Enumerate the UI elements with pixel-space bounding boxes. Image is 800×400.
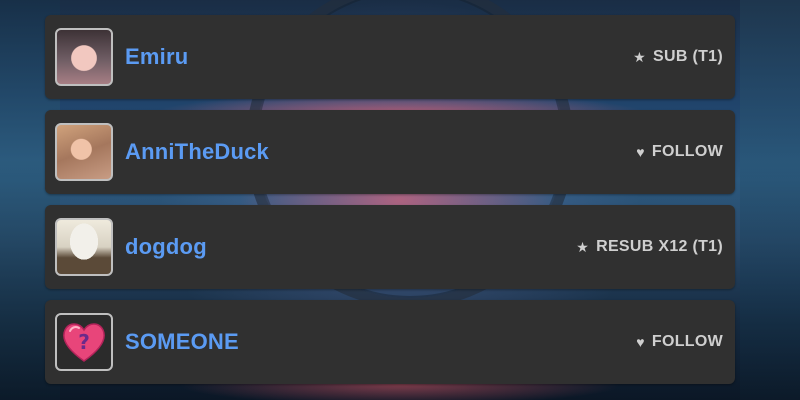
star-icon: ★ xyxy=(633,48,647,65)
user-avatar xyxy=(55,28,113,86)
alert-event-text: FOLLOW xyxy=(651,143,723,160)
alert-username: AnniTheDuck xyxy=(125,139,269,164)
alert-card: Emiru ★ SUB (T1) xyxy=(45,15,735,99)
user-avatar xyxy=(55,218,113,276)
heart-icon: ♥ xyxy=(636,334,645,350)
alert-username: SOMEONE xyxy=(125,329,239,354)
alert-event: ★ SUB (T1) xyxy=(633,48,723,66)
alert-event-text: RESUB X12 (T1) xyxy=(596,238,723,255)
alert-event-text: SUB (T1) xyxy=(653,48,723,65)
heart-question-icon: ? xyxy=(63,323,105,362)
alert-event: ★ RESUB X12 (T1) xyxy=(576,238,723,256)
heart-icon: ♥ xyxy=(636,144,645,160)
alert-username: dogdog xyxy=(125,234,207,259)
user-avatar: ? xyxy=(55,313,113,371)
alert-card: AnniTheDuck ♥ FOLLOW xyxy=(45,110,735,194)
alert-username: Emiru xyxy=(125,44,189,69)
star-icon: ★ xyxy=(576,238,590,255)
background-right-foliage xyxy=(740,0,800,400)
user-avatar xyxy=(55,123,113,181)
svg-text:?: ? xyxy=(78,330,90,354)
alert-event-text: FOLLOW xyxy=(651,333,723,350)
alert-feed: Emiru ★ SUB (T1) AnniTheDuck ♥ FOLLOW do… xyxy=(45,15,735,395)
alert-card: ? SOMEONE ♥ FOLLOW xyxy=(45,300,735,384)
alert-event: ♥ FOLLOW xyxy=(636,143,723,161)
alert-event: ♥ FOLLOW xyxy=(636,333,723,351)
alert-card: dogdog ★ RESUB X12 (T1) xyxy=(45,205,735,289)
